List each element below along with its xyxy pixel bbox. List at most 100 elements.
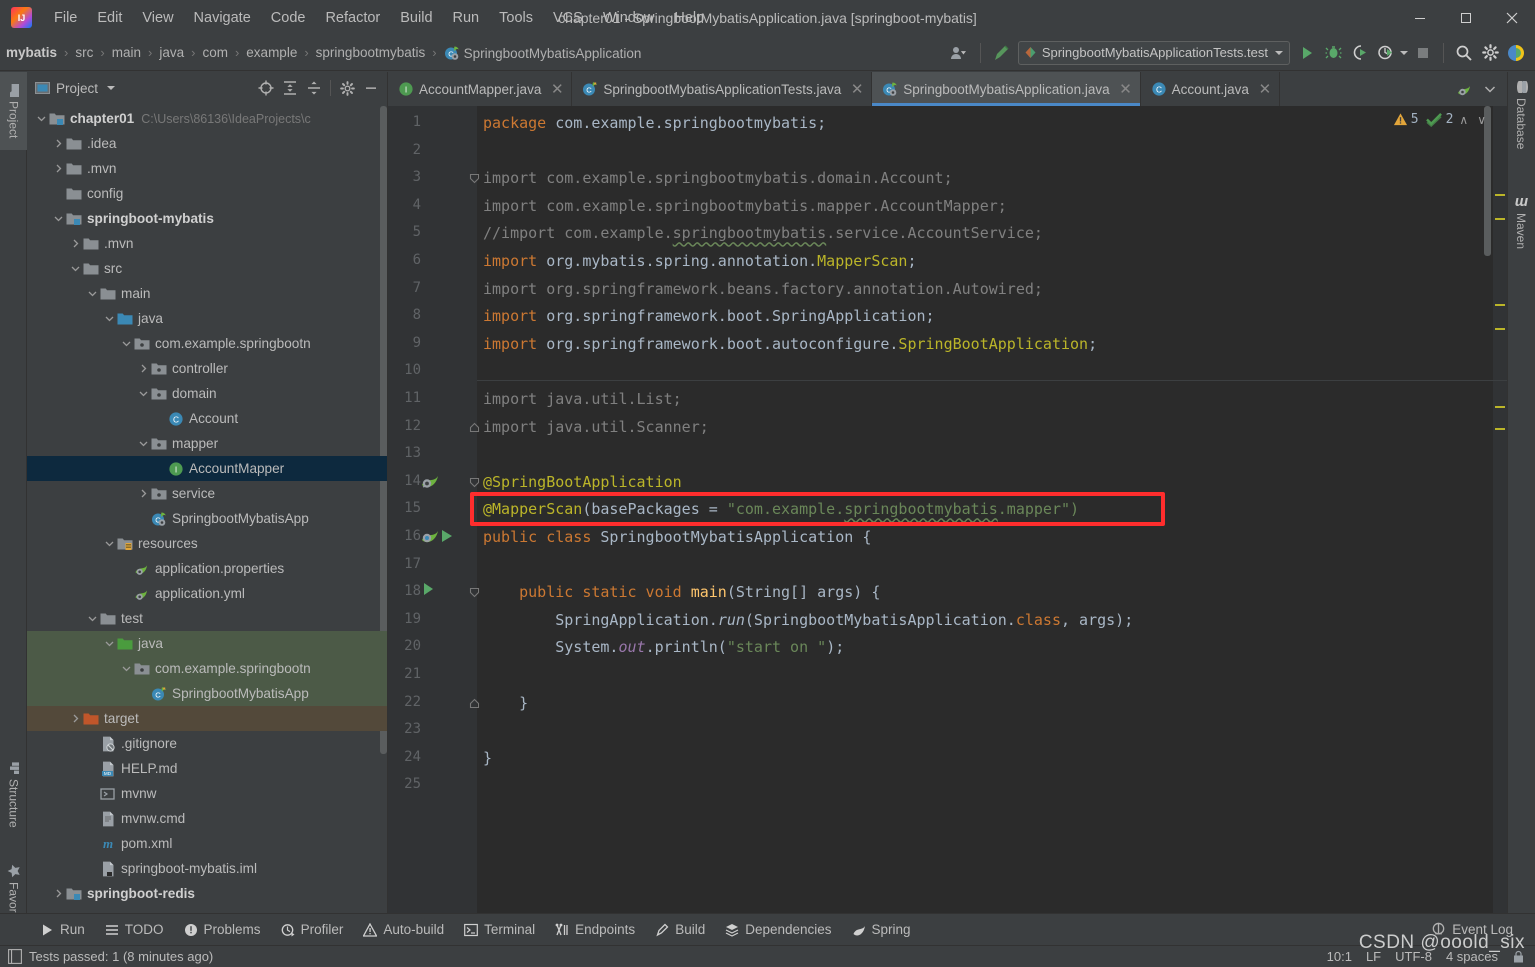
code-line-14[interactable]: @SpringBootApplication (483, 469, 682, 497)
inspection-widget[interactable]: 5 2 ∧ ∨ (1393, 112, 1489, 127)
settings-gear-icon[interactable] (1477, 40, 1503, 66)
menu-item-edit[interactable]: Edit (87, 7, 132, 29)
tree-node-mvnw-cmd[interactable]: mvnw.cmd (27, 806, 387, 831)
editor-gutter[interactable]: 1 2 3 4 5 6 7 8 9 10 11 12 13 14 15 16 17 18 19 20 21 22 23 24 2… (388, 106, 477, 921)
tree-node-java[interactable]: java (27, 306, 387, 331)
tree-node-mvnw[interactable]: mvnw (27, 781, 387, 806)
expand-all-icon[interactable] (278, 76, 302, 100)
breadcrumb-item-2[interactable]: main (108, 43, 145, 62)
tree-node--mvn[interactable]: .mvn (27, 231, 387, 256)
tool-window-run[interactable]: Run (30, 919, 95, 940)
code-line-18[interactable]: public static void main(String[] args) { (483, 579, 880, 607)
caret-position[interactable]: 10:1 (1327, 949, 1352, 964)
chevron-down-icon[interactable] (107, 86, 116, 90)
menu-item-tools[interactable]: Tools (489, 7, 543, 29)
breadcrumb-item-4[interactable]: com (198, 43, 232, 62)
code-line-20[interactable]: System.out.println("start on "); (483, 634, 844, 662)
editor-tab-accountmapper-java[interactable]: I AccountMapper.java ✕ (388, 72, 573, 106)
chevron-right-icon[interactable] (69, 714, 82, 723)
chevron-right-icon[interactable] (52, 164, 65, 173)
tree-node-chapter01[interactable]: chapter01 C:\Users\86136\IdeaProjects\c (27, 106, 387, 131)
indent-setting[interactable]: 4 spaces (1446, 949, 1498, 964)
code-line-8[interactable]: import org.springframework.boot.SpringAp… (483, 303, 935, 331)
tree-node-springboot-mybatis[interactable]: springboot-mybatis (27, 206, 387, 231)
settings-gear-icon[interactable] (335, 76, 359, 100)
breadcrumb-item-7[interactable]: C SpringbootMybatisApplication (440, 43, 646, 63)
chevron-down-icon[interactable] (103, 639, 116, 648)
code-line-4[interactable]: import com.example.springbootmybatis.map… (483, 193, 1007, 221)
close-icon[interactable]: ✕ (850, 80, 864, 98)
tree-node-service[interactable]: service (27, 481, 387, 506)
spring-file-icon[interactable] (1451, 76, 1477, 102)
chevron-down-icon[interactable] (103, 539, 116, 548)
tree-node-src[interactable]: src (27, 256, 387, 281)
tool-window-endpoints[interactable]: Endpoints (545, 919, 645, 940)
menu-item-window[interactable]: Window (593, 7, 665, 29)
tool-window-todo[interactable]: TODO (95, 919, 174, 940)
run-with-coverage-button[interactable] (1346, 40, 1372, 66)
code-line-24[interactable]: } (483, 745, 492, 773)
close-button[interactable] (1489, 0, 1535, 35)
tree-node-pom-xml[interactable]: m pom.xml (27, 831, 387, 856)
code-line-15[interactable]: @MapperScan(basePackages = "com.example.… (483, 496, 1079, 524)
tool-window-spring[interactable]: Spring (842, 919, 921, 940)
tree-node-application-yml[interactable]: application.yml (27, 581, 387, 606)
sidebar-item-structure[interactable]: Structure (0, 747, 27, 842)
tree-node-java[interactable]: java (27, 631, 387, 656)
code-line-11[interactable]: import java.util.List; (483, 386, 682, 414)
profiler-button[interactable] (1372, 40, 1398, 66)
tree-node-controller[interactable]: controller (27, 356, 387, 381)
tree-node-accountmapper[interactable]: I AccountMapper (27, 456, 387, 481)
tree-node-com-example-springbootn[interactable]: com.example.springbootn (27, 331, 387, 356)
project-tree[interactable]: chapter01 C:\Users\86136\IdeaProjects\c .i… (27, 104, 387, 921)
tree-node-springbootmybatisapp[interactable]: C SpringbootMybatisApp (27, 681, 387, 706)
menu-item-navigate[interactable]: Navigate (184, 7, 261, 29)
search-everywhere-icon[interactable] (1451, 40, 1477, 66)
code-line-5[interactable]: //import com.example.springbootmybatis.s… (483, 220, 1043, 248)
tree-node-mapper[interactable]: mapper (27, 431, 387, 456)
close-icon[interactable]: ✕ (1119, 80, 1133, 98)
code-line-7[interactable]: import org.springframework.beans.factory… (483, 276, 1043, 304)
user-profile-icon[interactable] (947, 40, 973, 66)
tree-node-main[interactable]: main (27, 281, 387, 306)
editor-tabs-chevron-down-icon[interactable] (1477, 76, 1503, 102)
tree-node-springboot-redis[interactable]: springboot-redis (27, 881, 387, 906)
menu-item-help[interactable]: Help (664, 7, 714, 29)
next-problem-icon[interactable]: ∨ (1474, 113, 1489, 127)
breadcrumb-item-6[interactable]: springbootmybatis (312, 43, 430, 62)
chevron-right-icon[interactable] (69, 239, 82, 248)
lock-icon[interactable] (1512, 950, 1525, 964)
code-line-9[interactable]: import org.springframework.boot.autoconf… (483, 331, 1097, 359)
file-encoding[interactable]: UTF-8 (1395, 949, 1432, 964)
debug-button[interactable] (1320, 40, 1346, 66)
chevron-right-icon[interactable] (137, 489, 150, 498)
tree-node--mvn[interactable]: .mvn (27, 156, 387, 181)
chevron-down-icon[interactable] (137, 439, 150, 448)
chevron-right-icon[interactable] (137, 364, 150, 373)
chevron-down-icon[interactable] (137, 389, 150, 398)
collapse-all-icon[interactable] (302, 76, 326, 100)
ide-assistant-icon[interactable] (1503, 40, 1529, 66)
editor-tab-account-java[interactable]: C Account.java ✕ (1141, 72, 1280, 106)
sidebar-item-database[interactable]: Database (1507, 74, 1535, 179)
run-button[interactable] (1294, 40, 1320, 66)
close-icon[interactable]: ✕ (1258, 80, 1272, 98)
code-line-19[interactable]: SpringApplication.run(SpringbootMybatisA… (483, 607, 1133, 635)
code-line-6[interactable]: import org.mybatis.spring.annotation.Map… (483, 248, 917, 276)
maximize-button[interactable] (1443, 0, 1489, 35)
editor-tab-springbootmybatisapplication-java[interactable]: C SpringbootMybatisApplication.java ✕ (872, 72, 1141, 106)
build-hammer-icon[interactable] (988, 40, 1014, 66)
menu-item-code[interactable]: Code (261, 7, 316, 29)
code-line-12[interactable]: import java.util.Scanner; (483, 414, 709, 442)
tree-node-springbootmybatisapp[interactable]: C SpringbootMybatisApp (27, 506, 387, 531)
tool-window-terminal[interactable]: Terminal (454, 919, 545, 940)
editor-vertical-scrollbar[interactable] (1484, 106, 1491, 256)
menu-item-file[interactable]: File (44, 7, 87, 29)
chevron-down-icon[interactable] (86, 289, 99, 298)
close-icon[interactable]: ✕ (550, 80, 564, 98)
code-line-1[interactable]: package com.example.springbootmybatis; (483, 110, 826, 138)
tool-window-profiler[interactable]: Profiler (271, 919, 354, 940)
tree-node-domain[interactable]: domain (27, 381, 387, 406)
chevron-down-icon[interactable] (120, 664, 133, 673)
sidebar-item-project[interactable]: Project (0, 72, 27, 150)
